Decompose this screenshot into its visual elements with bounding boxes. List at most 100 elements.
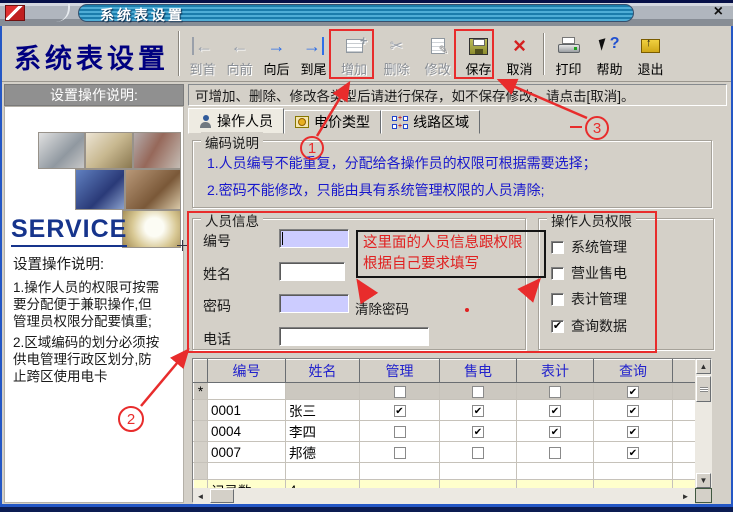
perm-query[interactable]: ✔ 查询数据	[551, 316, 627, 336]
modify-button[interactable]: ✎ 修改	[417, 27, 458, 81]
grid-new-row[interactable]: * ✔	[194, 383, 696, 400]
help-button[interactable]: ? 帮助	[589, 27, 630, 81]
col-meter[interactable]: 表计	[517, 360, 594, 383]
grid-checkbox[interactable]	[472, 447, 484, 459]
scroll-thumb[interactable]	[210, 489, 234, 503]
col-sales[interactable]: 售电	[440, 360, 517, 383]
tab-price-types[interactable]: 电价类型	[284, 110, 381, 134]
id-label: 编号	[203, 231, 231, 251]
coding-note-1: 1.人员编号不能重复，分配给各操作员的权限可根据需要选择；	[207, 153, 597, 173]
tab-line-areas[interactable]: + + 线路区域	[381, 110, 480, 134]
col-query[interactable]: 查询	[594, 360, 673, 383]
col-admin[interactable]: 管理	[360, 360, 440, 383]
next-record-button[interactable]: → 向后	[258, 27, 295, 81]
scissors-icon: ✂	[390, 36, 403, 56]
crosshair-mark	[177, 245, 189, 246]
last-record-button[interactable]: → 到尾	[295, 27, 332, 81]
toolbar: ← 到首 ← 向前 → 向后 → 到尾 + 增加 ✂ 删除	[184, 27, 671, 81]
photo-keyboard	[75, 169, 125, 210]
grid-checkbox[interactable]	[472, 386, 484, 398]
printer-icon	[558, 37, 580, 55]
col-id[interactable]: 编号	[208, 360, 286, 383]
toolbar-separator	[543, 33, 545, 75]
clear-password-label[interactable]: 清除密码	[355, 298, 409, 318]
first-record-button[interactable]: ← 到首	[184, 27, 221, 81]
add-button[interactable]: + 增加	[332, 27, 376, 81]
password-label: 密码	[203, 296, 231, 316]
person-info-group: 人员信息 编号 姓名 密码 清除密码 电话	[192, 218, 526, 350]
grid-row-0004[interactable]: 0004 李四 ✔ ✔ ✔	[194, 421, 696, 442]
crosshair-mark	[182, 240, 183, 251]
checkbox[interactable]	[551, 293, 564, 306]
toolbar-separator	[178, 31, 180, 76]
id-input[interactable]	[279, 229, 349, 248]
name-input[interactable]	[279, 262, 345, 281]
checkbox[interactable]	[551, 267, 564, 280]
permissions-group: 操作人员权限 系统管理 营业售电 表计管理 ✔ 查询数据	[538, 218, 714, 350]
grid-checkbox[interactable]: ✔	[627, 405, 639, 417]
grid-header-row: 编号 姓名 管理 售电 表计 查询	[194, 360, 696, 383]
vertical-scrollbar[interactable]: ▲ ▼	[695, 359, 712, 488]
print-button[interactable]: 打印	[548, 27, 589, 81]
tab-strip: 操作人员 电价类型 + + 线路区域	[188, 108, 480, 134]
perm-meter[interactable]: 表计管理	[551, 289, 627, 309]
exit-button[interactable]: ↑ 退出	[630, 27, 671, 81]
tab-operators[interactable]: 操作人员	[188, 108, 284, 134]
coding-note-2: 2.密码不能修改，只能由具有系统管理权限的人员清除;	[207, 180, 545, 200]
scroll-up-icon[interactable]: ▲	[696, 359, 711, 374]
service-logo-text: SERVICE	[11, 215, 127, 247]
grid-checkbox[interactable]	[394, 426, 406, 438]
text-caret	[282, 232, 283, 245]
scroll-down-icon[interactable]: ▼	[696, 473, 711, 488]
grid-checkbox[interactable]: ✔	[394, 405, 406, 417]
perm-sales[interactable]: 营业售电	[551, 263, 627, 283]
operator-grid: 编号 姓名 管理 售电 表计 查询 * ✔	[192, 358, 712, 503]
close-icon[interactable]: ×	[714, 3, 723, 21]
scroll-thumb[interactable]	[696, 376, 711, 402]
page-title: 系统表设置	[14, 37, 169, 76]
photo-watch	[122, 210, 181, 248]
phone-input[interactable]	[279, 327, 429, 346]
grid-checkbox[interactable]	[549, 386, 561, 398]
password-input[interactable]	[279, 294, 349, 313]
grid-corner-box	[695, 488, 712, 503]
horizontal-scrollbar[interactable]: ◄ ►	[193, 488, 695, 504]
grid-checkbox[interactable]: ✔	[627, 426, 639, 438]
title-bar: 系统表设置 ×	[0, 0, 733, 26]
scroll-left-icon[interactable]: ◄	[193, 489, 208, 503]
grid-row-0001[interactable]: 0001 张三 ✔ ✔ ✔ ✔	[194, 400, 696, 421]
window-border	[0, 504, 733, 512]
prev-record-button[interactable]: ← 向前	[221, 27, 258, 81]
group-title: 编码说明	[201, 132, 263, 152]
prev-record-icon: ←	[231, 37, 249, 55]
annotation-dot	[465, 308, 469, 312]
scroll-right-icon[interactable]: ►	[678, 489, 693, 503]
grid-checkbox[interactable]: ✔	[472, 426, 484, 438]
grid-checkbox[interactable]: ✔	[627, 386, 639, 398]
cancel-button[interactable]: × 取消	[499, 27, 540, 81]
add-record-icon: +	[346, 39, 363, 53]
header-panel: 系统表设置 ← 到首 ← 向前 → 向后 → 到尾 + 增加	[2, 26, 731, 82]
grid-checkbox[interactable]: ✔	[549, 426, 561, 438]
checkbox[interactable]	[551, 241, 564, 254]
floppy-save-icon	[469, 38, 488, 55]
photo-tools	[38, 132, 85, 169]
delete-button[interactable]: ✂ 删除	[376, 27, 417, 81]
perm-system-admin[interactable]: 系统管理	[551, 237, 627, 257]
grid-checkbox[interactable]: ✔	[549, 405, 561, 417]
grid-checkbox[interactable]: ✔	[472, 405, 484, 417]
record-count-value: 4	[286, 480, 360, 489]
grid-checkbox[interactable]	[394, 447, 406, 459]
window-title: 系统表设置	[100, 5, 185, 25]
titlebar-curve-decoration	[40, 4, 70, 22]
checkbox[interactable]: ✔	[551, 320, 564, 333]
save-button[interactable]: 保存	[458, 27, 499, 81]
coding-notes-group: 编码说明 1.人员编号不能重复，分配给各操作员的权限可根据需要选择； 2.密码不…	[192, 140, 712, 208]
col-name[interactable]: 姓名	[286, 360, 360, 383]
grid-checkbox[interactable]: ✔	[627, 447, 639, 459]
grid-checkbox[interactable]	[394, 386, 406, 398]
group-title: 操作人员权限	[547, 210, 636, 230]
person-icon	[199, 115, 212, 128]
grid-row-0007[interactable]: 0007 邦德 ✔	[194, 442, 696, 463]
grid-checkbox[interactable]	[549, 447, 561, 459]
